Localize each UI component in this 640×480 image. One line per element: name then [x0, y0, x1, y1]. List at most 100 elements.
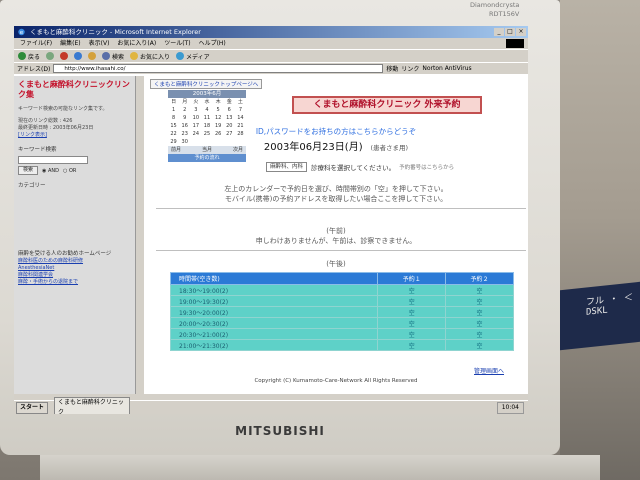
sidebar-scrollbar[interactable] — [136, 76, 144, 394]
radio-or[interactable]: ○ OR — [63, 168, 76, 174]
radio-or-label: OR — [68, 167, 77, 174]
search-options: 検索 ◉ AND ○ OR — [18, 166, 131, 175]
media-label: メディア — [186, 53, 210, 61]
menu-favorites[interactable]: お気に入り(A) — [117, 38, 156, 49]
calendar-weekday: 木 — [215, 99, 221, 105]
menu-edit[interactable]: 編集(E) — [60, 38, 80, 49]
address-bar: アドレス(D) http://www.ihasahi.co/ 移動 リンク No… — [14, 62, 528, 74]
home-icon — [88, 52, 97, 60]
search-label: 検索 — [112, 53, 125, 61]
calendar-header: 2003年6月 — [168, 90, 246, 98]
main-content: くまもと麻酔科クリニックトップページへ 2003年6月 日月火水木金土 1234… — [144, 76, 528, 394]
calendar-day[interactable]: 12 — [213, 114, 224, 122]
morning-notice: 申しわけありませんが、午前は、診察できません。 — [255, 237, 417, 245]
menu-tools[interactable]: ツール(T) — [164, 38, 190, 49]
instructions: 左上のカレンダーで予約日を選び、時間帯別の「空」を押して下さい。 モバイル(携帯… — [144, 184, 528, 204]
table-row: 20:30～21:00(2) 空 空 — [169, 328, 514, 340]
calendar-day[interactable]: 6 — [224, 106, 235, 114]
calendar-day[interactable]: 10 — [190, 114, 201, 122]
department-select[interactable]: 麻酔科、内科 — [266, 162, 308, 172]
slot-cell[interactable]: 空 — [377, 295, 447, 307]
calendar-day[interactable]: 7 — [235, 106, 246, 114]
reservation-table: 時間帯(空き数) 予約１ 予約２ 18:30～19:00(2) 空 空 19:0… — [169, 272, 514, 351]
refresh-icon — [74, 52, 83, 60]
window-titlebar: e くまもと麻酔科クリニック - Microsoft Internet Expl… — [14, 26, 528, 38]
search-heading: キーワード検索 — [18, 147, 57, 153]
slot-cell[interactable]: 空 — [445, 328, 514, 340]
radio-and[interactable]: ◉ AND — [42, 168, 59, 174]
refresh-button[interactable] — [74, 52, 83, 60]
slot-cell[interactable]: 空 — [445, 317, 514, 329]
calendar-day[interactable]: 9 — [179, 114, 190, 122]
forward-arrow-icon — [46, 52, 55, 60]
slot-cell[interactable]: 空 — [377, 317, 447, 329]
calendar-day[interactable]: 3 — [190, 106, 201, 114]
site-link[interactable]: 麻酔科関連学会 — [18, 272, 131, 279]
monitor-bezel: Diamondcrysta RDT156V e くまもと麻酔科クリニック - M… — [0, 0, 560, 455]
media-icon — [176, 52, 185, 60]
slot-cell[interactable]: 空 — [377, 328, 447, 340]
slot-cell[interactable]: 空 — [377, 306, 447, 318]
reservation-number-link[interactable]: 予約番号はこちらから — [399, 163, 454, 171]
site-link[interactable]: 麻酔・手術からの退院まで — [18, 279, 131, 286]
minimize-button[interactable]: _ — [494, 28, 504, 36]
close-button[interactable]: × — [516, 28, 526, 36]
id-login-link[interactable]: ID,パスワードをお持ちの方はこちらからどうぞ — [144, 126, 528, 137]
toolbar: 戻る 検索 お気に入り メディア — [14, 49, 528, 62]
keyword-search-input[interactable] — [18, 156, 88, 164]
calendar-day[interactable]: 14 — [235, 114, 246, 122]
go-button[interactable]: 移動 — [386, 64, 398, 73]
favorites-button[interactable]: お気に入り — [130, 52, 170, 61]
keyword-search-button[interactable]: 検索 — [18, 166, 39, 175]
search-button[interactable]: 検索 — [102, 52, 124, 61]
site-link[interactable]: 麻酔科医のための麻酔科研修 — [18, 258, 131, 265]
slot-cell[interactable]: 空 — [377, 339, 447, 351]
instruction-mobile-link[interactable]: モバイル(携帯)の予約アドレスを取得したい場合ここを押して下さい。 — [144, 194, 528, 204]
admin-link[interactable]: 管理画面へ — [474, 366, 504, 375]
start-button[interactable]: スタート — [16, 401, 49, 414]
back-arrow-icon — [18, 52, 26, 60]
svg-text:e: e — [20, 30, 24, 36]
back-button[interactable]: 戻る — [18, 52, 40, 61]
menu-help[interactable]: ヘルプ(H) — [199, 38, 226, 49]
antivirus-button[interactable]: Norton AntiVirus — [422, 65, 471, 72]
menu-view[interactable]: 表示(V) — [89, 38, 110, 49]
calendar-day[interactable]: 11 — [201, 114, 212, 122]
taskbar-window-button[interactable]: くまもと麻酔科クリニック — [54, 396, 131, 414]
home-button[interactable] — [88, 52, 97, 60]
site-link[interactable]: AnesthesiaNet — [18, 265, 131, 272]
calendar-day[interactable]: 2 — [179, 106, 190, 114]
calendar-day[interactable]: 8 — [168, 114, 179, 122]
divider — [156, 250, 526, 251]
time-cell: 18:30～19:00(2) — [169, 284, 379, 296]
address-input[interactable]: http://www.ihasahi.co/ — [53, 64, 384, 73]
time-cell: 20:30～21:00(2) — [169, 328, 379, 340]
calendar-day[interactable]: 13 — [224, 114, 235, 122]
top-page-link[interactable]: くまもと麻酔科クリニックトップページへ — [150, 79, 263, 89]
time-cell: 21:00～21:30(2) — [169, 339, 379, 351]
maximize-button[interactable]: □ — [505, 28, 515, 36]
links-button[interactable]: リンク — [401, 64, 419, 73]
windows-logo-icon — [506, 39, 524, 48]
divider — [156, 208, 526, 209]
calendar-day[interactable]: 4 — [201, 106, 212, 114]
slot-cell[interactable]: 空 — [445, 339, 514, 351]
calendar-weekday: 水 — [204, 99, 210, 105]
sites-heading: 麻酔を受ける人のお勧めホームページ — [18, 251, 112, 257]
slot-cell[interactable]: 空 — [445, 284, 514, 296]
calendar-day[interactable]: 1 — [168, 106, 179, 114]
stop-button[interactable] — [60, 52, 69, 60]
time-cell: 19:00～19:30(2) — [169, 295, 379, 307]
menu-file[interactable]: ファイル(F) — [20, 38, 52, 49]
slot-cell[interactable]: 空 — [445, 306, 514, 318]
sidebar: くまもと麻酔科クリニックリンク集 キーワード検索の可能なリンク集です。 現在のリ… — [14, 76, 136, 394]
slot-cell[interactable]: 空 — [377, 284, 447, 296]
calendar-day[interactable]: 5 — [213, 106, 224, 114]
sidebar-link-browse[interactable]: [リンク表示] — [18, 132, 131, 139]
forward-button[interactable] — [46, 52, 55, 60]
afternoon-label: (午後) — [326, 260, 346, 268]
slot-cell[interactable]: 空 — [445, 295, 514, 307]
content-area: くまもと麻酔科クリニックリンク集 キーワード検索の可能なリンク集です。 現在のリ… — [14, 76, 528, 394]
media-button[interactable]: メディア — [176, 52, 210, 61]
menu-bar: ファイル(F) 編集(E) 表示(V) お気に入り(A) ツール(T) ヘルプ(… — [14, 38, 528, 49]
